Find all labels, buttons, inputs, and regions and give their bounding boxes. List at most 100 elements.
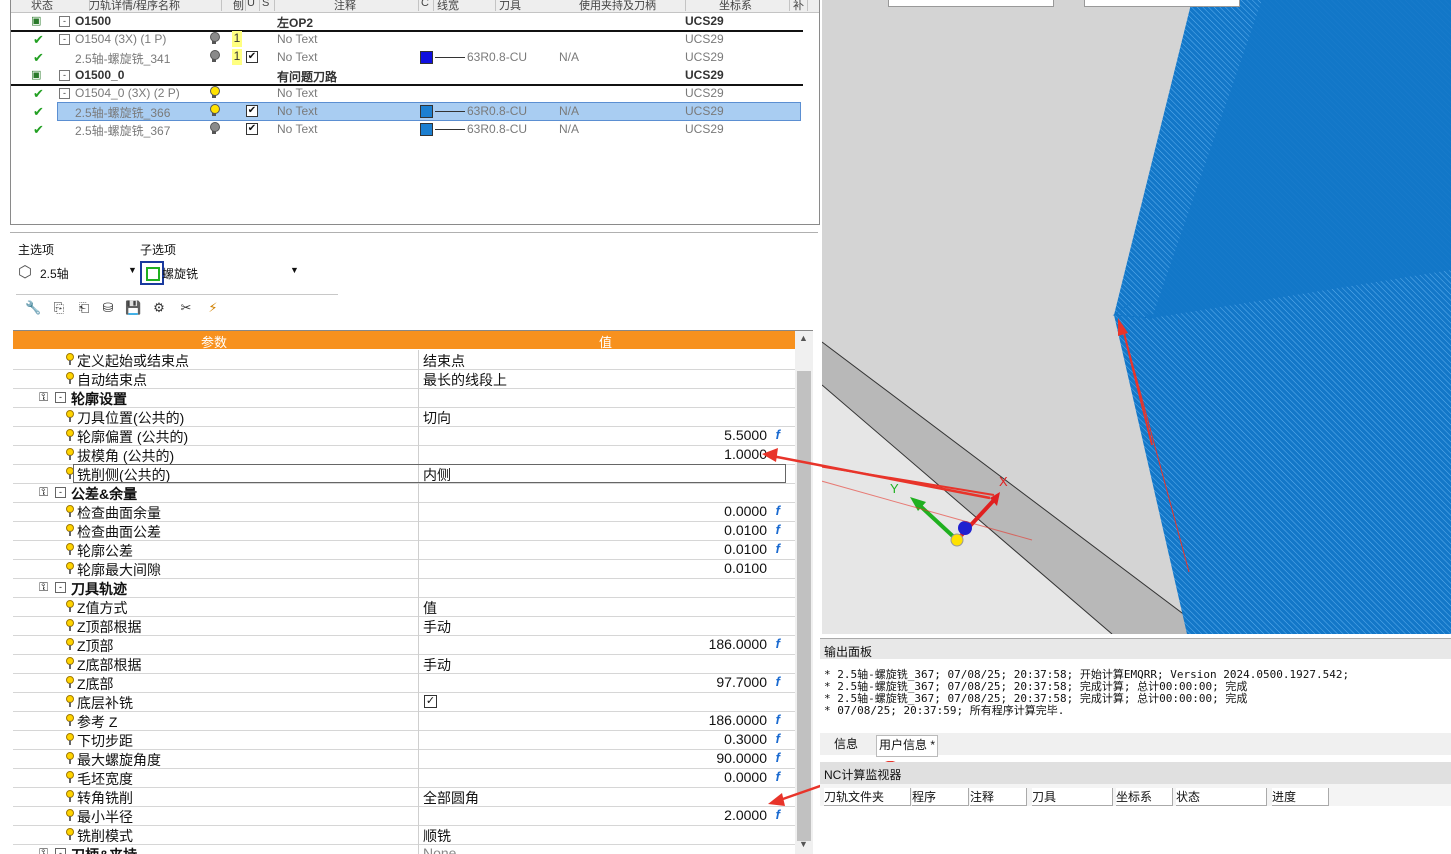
param-value-cell[interactable]: 顺铣 (420, 825, 780, 844)
formula-icon[interactable]: f (776, 731, 780, 746)
tree-row-folder[interactable]: ▣ - O1500_0 有问题刀路 UCS29 (11, 66, 803, 86)
col-header-color[interactable]: C (421, 0, 434, 11)
grid-header-value[interactable]: 值 (599, 332, 612, 351)
param-value-cell[interactable]: 0.0100 f (420, 540, 780, 559)
tree-row-toolpath[interactable]: ✔ 2.5轴-螺旋铣_341 1 ✔ No Text 63R0.8-CU N/A… (11, 48, 803, 66)
col-header-holder[interactable]: 使用夹持及刀柄 (579, 0, 686, 12)
param-section-row[interactable]: ⚿ - 轮廓设置 (13, 388, 795, 408)
col-header-name[interactable]: 刀轨详情/程序名称 (89, 0, 222, 12)
param-value-cell[interactable]: 90.0000 f (420, 749, 780, 768)
formula-icon[interactable]: f (776, 674, 780, 689)
col-header-shade[interactable]: 刨 (233, 0, 246, 12)
col-header-extra[interactable]: 补 (793, 0, 808, 12)
tree-row-toolpath-selected[interactable]: ✔ 2.5轴-螺旋铣_366 ✔ No Text 63R0.8-CU N/A U… (11, 102, 803, 121)
param-value-cell[interactable]: ✓ (420, 692, 780, 711)
param-row[interactable]: 毛坯宽度 0.0000 f (13, 768, 795, 788)
sub-option-dropdown[interactable]: 螺旋铣 ▼ (140, 261, 300, 285)
param-value-cell[interactable] (420, 578, 780, 597)
nc-col-folder[interactable]: 刀轨文件夹 (824, 788, 911, 806)
lightbulb-icon[interactable] (209, 50, 220, 62)
param-row[interactable]: 自动结束点 最长的线段上 (13, 369, 795, 389)
collapse-toggle[interactable]: - (55, 848, 66, 854)
formula-icon[interactable]: f (776, 636, 780, 651)
scrollbar-thumb[interactable] (797, 371, 811, 841)
param-value-cell[interactable]: 186.0000 f (420, 635, 780, 654)
tool-color-swatch[interactable] (420, 123, 433, 136)
view-toolbar-left[interactable] (888, 0, 1054, 7)
param-row[interactable]: 底层补铣 ✓ (13, 692, 795, 712)
param-value-cell[interactable]: 0.3000 f (420, 730, 780, 749)
param-value-cell[interactable] (420, 483, 780, 502)
formula-icon[interactable]: f (776, 712, 780, 727)
param-value-cell[interactable]: 97.7000 f (420, 673, 780, 692)
param-row[interactable]: 检查曲面余量 0.0000 f (13, 502, 795, 522)
collapse-toggle[interactable]: - (55, 582, 66, 593)
import-icon[interactable]: ⎗ (76, 300, 92, 316)
param-row[interactable]: Z顶部根据 手动 (13, 616, 795, 636)
tool-color-swatch[interactable] (420, 51, 433, 64)
param-row[interactable]: 检查曲面公差 0.0100 f (13, 521, 795, 541)
param-row[interactable]: 参考 Z 186.0000 f (13, 711, 795, 731)
user-flag[interactable]: 1 (232, 31, 242, 47)
param-value-cell[interactable]: 0.0000 f (420, 768, 780, 787)
tree-row-folder[interactable]: ▣ - O1500 左OP2 UCS29 (11, 12, 803, 32)
param-value-cell[interactable]: 切向 (420, 407, 780, 426)
collapse-toggle[interactable]: - (55, 487, 66, 498)
tree-row-program[interactable]: ✔ - O1504 (3X) (1 P) 1 No Text UCS29 (11, 30, 803, 48)
formula-icon[interactable]: f (776, 750, 780, 765)
show-checkbox[interactable]: ✔ (246, 123, 258, 135)
param-row[interactable]: 最大螺旋角度 90.0000 f (13, 749, 795, 769)
formula-icon[interactable]: f (776, 427, 780, 442)
nc-col-status[interactable]: 状态 (1176, 788, 1267, 806)
tool-library-icon[interactable]: ⚙ (151, 300, 167, 316)
collapse-toggle[interactable]: - (59, 34, 70, 45)
formula-icon[interactable]: f (776, 522, 780, 537)
col-header-tool[interactable]: 刀具 (499, 0, 582, 12)
param-row[interactable]: 最小半径 2.0000 f (13, 806, 795, 826)
col-header-u[interactable]: U (247, 0, 260, 11)
database-icon[interactable]: ⛁ (100, 300, 116, 316)
param-value-cell[interactable]: 手动 (420, 654, 780, 673)
save-icon[interactable]: 💾 (125, 300, 141, 316)
export-icon[interactable]: ⎘ (51, 300, 67, 316)
show-checkbox[interactable]: ✔ (246, 51, 258, 63)
param-value-cell[interactable]: 2.0000 f (420, 806, 780, 825)
collapse-toggle[interactable]: - (59, 16, 70, 27)
lightbulb-icon[interactable] (209, 104, 220, 116)
param-value-cell[interactable] (420, 388, 780, 407)
col-header-s[interactable]: S (262, 0, 275, 11)
nc-col-comment[interactable]: 注释 (970, 788, 1027, 806)
collapse-toggle[interactable]: - (55, 392, 66, 403)
vertical-scrollbar[interactable]: ▲ ▼ (795, 331, 813, 854)
param-row[interactable]: 铣削模式 顺铣 (13, 825, 795, 845)
param-value-cell[interactable]: 全部圆角 (420, 787, 780, 806)
param-section-row[interactable]: ⚿ - 公差&余量 (13, 483, 795, 503)
tab-info[interactable]: 信息 (834, 735, 858, 755)
param-value-cell[interactable]: 186.0000 f (420, 711, 780, 730)
nc-col-progress[interactable]: 进度 (1272, 788, 1329, 806)
tree-row-toolpath[interactable]: ✔ 2.5轴-螺旋铣_367 ✔ No Text 63R0.8-CU N/A U… (11, 120, 803, 138)
col-header-comment[interactable]: 注释 (334, 0, 419, 12)
lightbulb-icon[interactable] (209, 32, 220, 44)
param-row[interactable]: 轮廓公差 0.0100 f (13, 540, 795, 560)
param-row[interactable]: 轮廓偏置 (公共的) 5.5000 f (13, 426, 795, 446)
tool-color-swatch[interactable] (420, 105, 433, 118)
col-header-ucs[interactable]: 坐标系 (719, 0, 790, 12)
tree-row-program[interactable]: ✔ - O1504_0 (3X) (2 P) No Text UCS29 (11, 84, 803, 102)
param-row[interactable]: 定义起始或结束点 结束点 (13, 350, 795, 370)
grid-header-param[interactable]: 参数 (201, 332, 227, 351)
scroll-up-icon[interactable]: ▲ (799, 333, 808, 343)
tools-icon[interactable]: ✂ (178, 300, 194, 316)
formula-icon[interactable]: f (776, 807, 780, 822)
param-value-cell[interactable]: 手动 (420, 616, 780, 635)
param-row[interactable]: 刀具位置(公共的) 切向 (13, 407, 795, 427)
param-value-cell[interactable]: 0.0100 (420, 559, 780, 578)
tab-user-info[interactable]: 用户信息 * (876, 735, 939, 757)
scroll-down-icon[interactable]: ▼ (799, 839, 808, 849)
lightbulb-icon[interactable] (209, 122, 220, 134)
param-row[interactable]: Z顶部 186.0000 f (13, 635, 795, 655)
formula-icon[interactable]: f (776, 769, 780, 784)
user-flag[interactable]: 1 (232, 49, 242, 65)
wrench-icon[interactable]: 🔧 (25, 300, 41, 316)
param-row[interactable]: 拔模角 (公共的) 1.0000 (13, 445, 795, 465)
